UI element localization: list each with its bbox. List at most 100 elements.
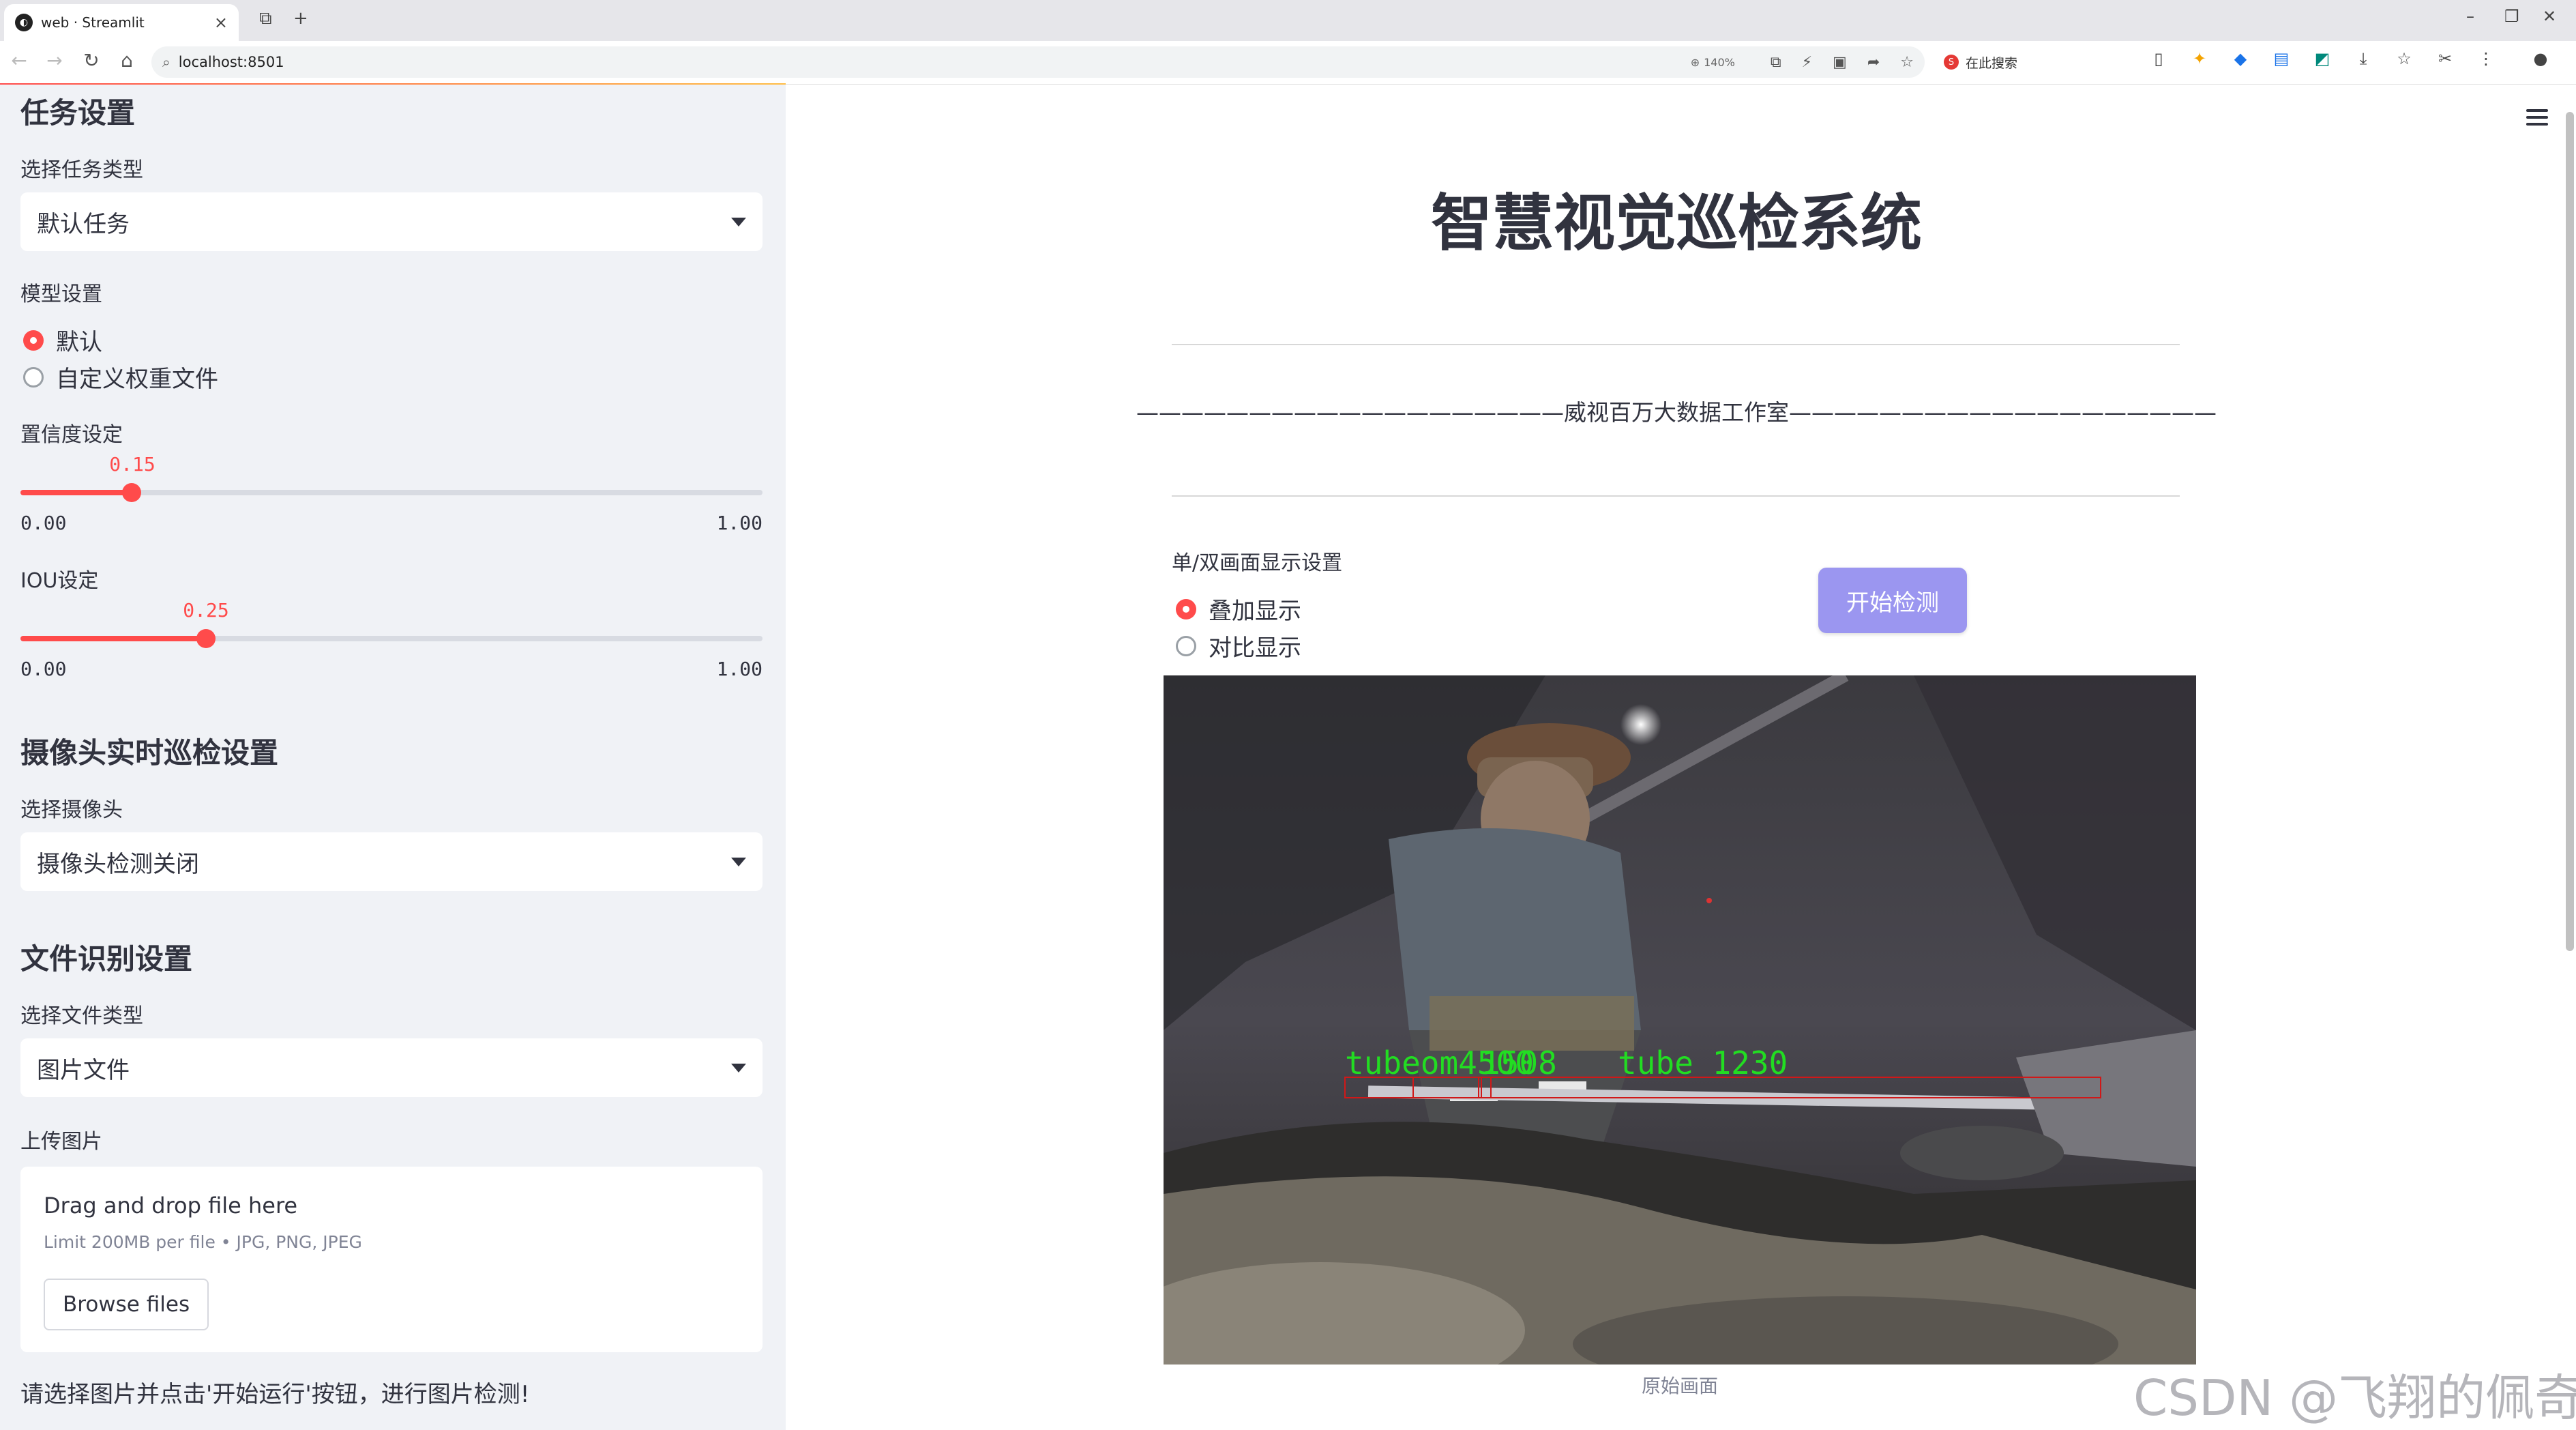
download-icon[interactable]: ⤓ (2353, 49, 2373, 68)
display-mode-label: 单/双画面显示设置 (1172, 551, 1343, 575)
display-option-compare[interactable]: 对比显示 (1176, 629, 1301, 662)
divider-bottom (1172, 495, 2180, 497)
caret-down-icon (731, 217, 746, 227)
back-icon[interactable]: ← (5, 49, 33, 72)
task-type-select[interactable]: 默认任务 (20, 192, 763, 251)
model-option-default[interactable]: 默认 (23, 323, 102, 357)
radio-unselected-icon (23, 366, 44, 388)
forward-icon[interactable]: → (41, 49, 68, 72)
file-type-value: 图片文件 (37, 1056, 130, 1084)
search-box[interactable]: S 在此搜索 (1934, 46, 2139, 78)
hamburger-icon[interactable] (2526, 109, 2548, 130)
display-option-label: 对比显示 (1209, 634, 1301, 662)
address-bar[interactable]: ⌕ localhost:8501 ⊕ 140% ⧉ ⚡ ▣ ➦ ☆ (151, 46, 1925, 78)
iou-fill (20, 636, 206, 641)
translate-icon[interactable]: ⧉ (1771, 54, 1781, 71)
model-label: 模型设置 (20, 282, 102, 306)
studio-line: ———————————————————威视百万大数据工作室———————————… (1136, 399, 2217, 426)
confidence-thumb[interactable] (122, 483, 141, 502)
upload-limit: Limit 200MB per file • JPG, PNG, JPEG (44, 1232, 362, 1252)
browser-toolbar: ← → ↻ ⌂ ⌕ localhost:8501 ⊕ 140% ⧉ ⚡ ▣ ➦ … (0, 41, 2576, 85)
browser-menu-icon[interactable]: ≡ (2571, 49, 2576, 68)
start-detection-button[interactable]: 开始检测 (1818, 568, 1967, 633)
translate-ext-icon[interactable]: ▤ (2271, 49, 2292, 68)
ai-icon[interactable]: ✦ (2189, 49, 2210, 68)
main-content: 智慧视觉巡检系统 ———————————————————威视百万大数据工作室——… (786, 85, 2576, 1430)
browser-tabbar: ◐ web · Streamlit × ⧉ + – ❐ ✕ (0, 0, 2576, 41)
confidence-label: 置信度设定 (20, 423, 123, 447)
window-close-icon[interactable]: ✕ (2543, 7, 2556, 26)
upload-instruction: Drag and drop file here (44, 1193, 298, 1219)
divider-top (1172, 344, 2180, 345)
display-option-overlay[interactable]: 叠加显示 (1176, 592, 1301, 626)
url-text: localhost:8501 (178, 54, 284, 70)
browse-files-button[interactable]: Browse files (44, 1279, 209, 1330)
confidence-fill (20, 490, 132, 495)
sidebar: 任务设置 选择任务类型 默认任务 模型设置 默认 自定义权重文件 置信度设定 0… (0, 85, 786, 1430)
phone-icon[interactable]: ▯ (2148, 49, 2169, 68)
model-option-label: 自定义权重文件 (56, 366, 218, 393)
iou-max: 1.00 (716, 658, 763, 680)
model-option-label: 默认 (56, 329, 102, 356)
iou-value: 0.25 (183, 599, 229, 622)
mine-scene-image: tubeom4500 1508 tube 1230 (1164, 675, 2196, 1365)
task-section-title: 任务设置 (20, 96, 136, 130)
iou-thumb[interactable] (196, 629, 216, 648)
avatar-icon[interactable]: ● (2530, 49, 2551, 68)
search-engine-icon: S (1944, 55, 1959, 70)
model-option-custom[interactable]: 自定义权重文件 (23, 360, 218, 394)
camera-value: 摄像头检测关闭 (37, 850, 199, 878)
zoom-level: 140% (1704, 55, 1735, 69)
maximize-icon[interactable]: ❐ (2504, 7, 2519, 26)
bookmark-star-icon[interactable]: ☆ (1900, 54, 1914, 71)
image-caption: 原始画面 (1641, 1375, 1718, 1397)
minimize-icon[interactable]: – (2466, 7, 2474, 26)
more-menu-icon[interactable]: ⋮ (2476, 49, 2496, 68)
search-icon: ⌕ (162, 53, 171, 70)
extension-blue-icon[interactable]: ◆ (2230, 49, 2251, 68)
radio-selected-icon (1176, 598, 1196, 619)
display-option-label: 叠加显示 (1209, 598, 1301, 625)
file-type-label: 选择文件类型 (20, 1004, 143, 1028)
camera-section-title: 摄像头实时巡检设置 (20, 736, 279, 770)
zoom-indicator[interactable]: ⊕ 140% (1691, 56, 1735, 69)
camera-select[interactable]: 摄像头检测关闭 (20, 832, 763, 891)
upload-label: 上传图片 (20, 1130, 102, 1154)
chart-ext-icon[interactable]: ◩ (2312, 49, 2333, 68)
search-placeholder: 在此搜索 (1966, 55, 2018, 71)
reload-icon[interactable]: ↻ (78, 49, 105, 72)
confidence-min: 0.00 (20, 512, 67, 534)
file-type-select[interactable]: 图片文件 (20, 1038, 763, 1097)
browser-extensions: ▯ ✦ ◆ ▤ ◩ ⤓ ☆ ✂ ⋮ ● ≡ (2148, 49, 2576, 68)
iou-label: IOU设定 (20, 569, 99, 593)
tab-title: web · Streamlit (41, 14, 145, 31)
confidence-value: 0.15 (109, 453, 156, 476)
scissors-icon[interactable]: ✂ (2435, 49, 2455, 68)
browser-tab[interactable]: ◐ web · Streamlit × (4, 4, 239, 41)
detection-label: 1508 (1481, 1045, 1557, 1081)
detection-label: tube 1230 (1618, 1045, 1788, 1081)
zoom-icon: ⊕ (1690, 55, 1700, 69)
radio-unselected-icon (1176, 635, 1196, 656)
confidence-slider[interactable] (20, 483, 763, 502)
task-type-label: 选择任务类型 (20, 158, 143, 182)
tab-group-icon[interactable]: ⧉ (259, 8, 272, 29)
file-section-title: 文件识别设置 (20, 942, 193, 976)
favorites-icon[interactable]: ☆ (2394, 49, 2414, 68)
new-tab-icon[interactable]: + (293, 8, 308, 29)
capture-icon[interactable]: ▣ (1833, 54, 1847, 71)
radio-selected-icon (23, 330, 44, 351)
task-type-value: 默认任务 (37, 210, 130, 238)
streamlit-favicon-icon: ◐ (15, 14, 33, 31)
home-icon[interactable]: ⌂ (113, 49, 140, 72)
detection-image: tubeom4500 1508 tube 1230 (1164, 675, 2196, 1365)
camera-label: 选择摄像头 (20, 798, 123, 822)
lightning-icon[interactable]: ⚡ (1802, 54, 1812, 71)
file-uploader-dropzone[interactable]: Drag and drop file here Limit 200MB per … (20, 1167, 763, 1352)
share-icon[interactable]: ➦ (1867, 54, 1880, 71)
iou-slider[interactable] (20, 629, 763, 648)
watermark: CSDN @飞翔的佩奇 (2133, 1369, 2576, 1427)
tab-close-icon[interactable]: × (214, 13, 228, 32)
caret-down-icon (731, 1063, 746, 1072)
iou-min: 0.00 (20, 658, 67, 680)
